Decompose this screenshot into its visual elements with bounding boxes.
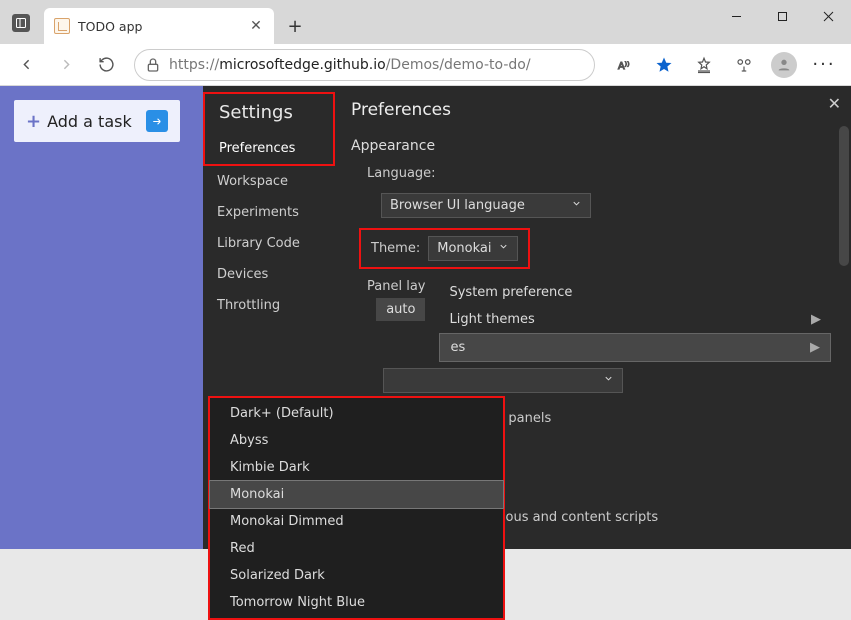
address-bar[interactable]: https://microsoftedge.github.io/Demos/de… [134,49,595,81]
theme-select[interactable]: Monokai [428,236,518,261]
refresh-button[interactable] [88,49,124,81]
browser-toolbar: https://microsoftedge.github.io/Demos/de… [0,44,851,86]
chevron-right-icon: ▶ [810,340,820,355]
theme-label: Theme: [371,241,420,256]
theme-option[interactable]: Kimbie Dark [210,454,503,481]
settings-title: Settings [219,102,319,123]
page-content: + Add a task ✕ Settings Preferences Work… [0,86,851,549]
add-task-label[interactable]: Add a task [47,112,132,131]
window-titlebar: TODO app ✕ + [0,0,851,44]
group-light-themes[interactable]: Light themes▶ [439,306,831,333]
chevron-down-icon [498,241,509,256]
url-text: https://microsoftedge.github.io/Demos/de… [169,57,531,73]
theme-option[interactable]: Monokai [210,481,503,508]
read-aloud-button[interactable]: A⁾⁾ [605,49,643,81]
language-field: Language: Browser UI language [367,166,831,218]
add-task-card: + Add a task [14,100,180,142]
lock-icon [145,57,161,73]
favorites-list-button[interactable] [685,49,723,81]
theme-dropdown: Dark+ (Default)AbyssKimbie DarkMonokaiMo… [208,396,505,620]
svg-text:A⁾⁾: A⁾⁾ [618,60,629,71]
tab-title: TODO app [78,19,248,34]
preferences-title: Preferences [351,100,831,120]
highlight-box-theme: Theme: Monokai [359,228,530,269]
sidebar-item-library-code[interactable]: Library Code [203,228,335,259]
profile-button[interactable] [765,49,803,81]
theme-value: Monokai [437,241,491,256]
panel-layout-auto[interactable]: auto [376,298,425,321]
sidebar-item-throttling[interactable]: Throttling [203,290,335,321]
theme-option[interactable]: Solarized Dark [210,562,503,589]
panel-layout-label: Panel lay [367,279,425,294]
theme-option[interactable]: Tomorrow Night Blue [210,589,503,616]
back-button[interactable] [8,49,44,81]
tab-overview-button[interactable] [12,14,30,32]
minimize-button[interactable] [713,0,759,32]
collections-button[interactable] [725,49,763,81]
language-value: Browser UI language [390,198,525,213]
favorite-button[interactable] [645,49,683,81]
theme-option[interactable]: Dark+ (Default) [210,400,503,427]
theme-option[interactable]: Monokai Dimmed [210,508,503,535]
language-label: Language: [367,166,436,181]
new-tab-button[interactable]: + [280,11,310,41]
plus-icon: + [26,111,41,132]
chevron-right-icon: ▶ [811,312,821,327]
color-format-select[interactable] [383,368,623,393]
theme-option[interactable]: Abyss [210,427,503,454]
forward-button[interactable] [48,49,84,81]
more-menu-button[interactable]: ··· [805,49,843,81]
maximize-button[interactable] [759,0,805,32]
sidebar-item-experiments[interactable]: Experiments [203,197,335,228]
sidebar-item-workspace[interactable]: Workspace [203,166,335,197]
sidebar-item-devices[interactable]: Devices [203,259,335,290]
tab-favicon [54,18,70,34]
appearance-heading: Appearance [351,138,831,154]
close-window-button[interactable] [805,0,851,32]
chevron-down-icon [603,373,614,388]
theme-groups: System preference Light themes▶ es▶ [439,279,831,362]
window-controls [713,0,851,32]
submit-task-button[interactable] [146,110,168,132]
group-dark-themes[interactable]: es▶ [439,333,831,362]
group-system-preference[interactable]: System preference [439,279,831,306]
highlight-box-settings: Settings Preferences [203,92,335,166]
browser-tab[interactable]: TODO app ✕ [44,8,274,44]
chevron-down-icon [571,198,582,213]
panel-layout-row: Panel lay auto System preference Light t… [367,279,831,362]
sidebar-item-preferences[interactable]: Preferences [205,133,333,164]
tab-close-button[interactable]: ✕ [248,18,264,34]
language-select[interactable]: Browser UI language [381,193,591,218]
